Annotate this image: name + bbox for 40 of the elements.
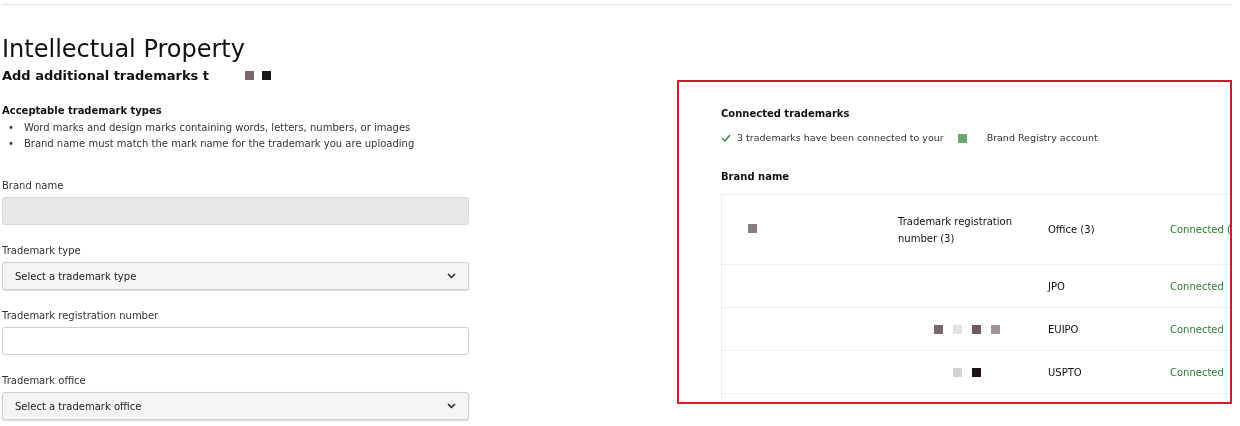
table-cell-text: EUIPO — [1047, 322, 1080, 337]
bullet-mark: • — [8, 137, 14, 152]
table-cell-text: USPTO — [1047, 365, 1083, 380]
redaction-square — [953, 367, 962, 377]
bullet-mark: • — [8, 121, 14, 136]
chevron-down-icon — [447, 273, 456, 280]
guidelines-heading: Acceptable trademark types — [2, 104, 163, 119]
redaction-square — [748, 224, 757, 234]
redaction-square — [245, 71, 255, 81]
section-heading: Connected trademarks — [721, 107, 851, 121]
success-message: 3 trademarks have been connected to your — [737, 131, 944, 145]
select-dropdown[interactable]: Select a trademark type — [2, 262, 469, 291]
brand-heading: Brand name — [721, 170, 791, 185]
redaction-square — [953, 324, 962, 334]
status-text: Connected — [1169, 322, 1225, 337]
checkmark-icon — [721, 134, 731, 143]
column-header: Office (3) — [1047, 223, 1096, 238]
redaction-square — [957, 133, 967, 143]
column-header: Connected ( — [1169, 223, 1230, 238]
field-label: Trademark type — [2, 244, 82, 259]
chevron-down-icon — [447, 403, 456, 410]
status-text: Connected — [1169, 279, 1225, 294]
status-text: Connected — [1169, 365, 1225, 380]
redaction-square — [991, 324, 1000, 334]
field-label: Brand name — [2, 179, 65, 194]
input-field[interactable] — [2, 327, 469, 356]
column-header: Trademark registration number (3) — [897, 214, 1014, 246]
redaction-square — [262, 71, 272, 81]
table-cell-text: JPO — [1046, 279, 1066, 294]
redaction-square — [972, 367, 981, 377]
redaction-square — [972, 324, 981, 334]
redaction-square — [934, 324, 943, 334]
guideline-item: Brand name must match the mark name for the trademark you are uploading — [23, 137, 415, 152]
success-message: Brand Registry account — [986, 131, 1098, 145]
guideline-item: Word marks and design marks containing words, letters, numbers, or images — [23, 121, 411, 136]
select-dropdown[interactable]: Select a trademark office — [2, 392, 469, 421]
section-heading: Add additional trademarks t — [2, 66, 210, 85]
field-label: Trademark office — [2, 374, 87, 389]
page-title: Intellectual Property — [2, 35, 246, 64]
field-label: Trademark registration number — [2, 309, 160, 324]
